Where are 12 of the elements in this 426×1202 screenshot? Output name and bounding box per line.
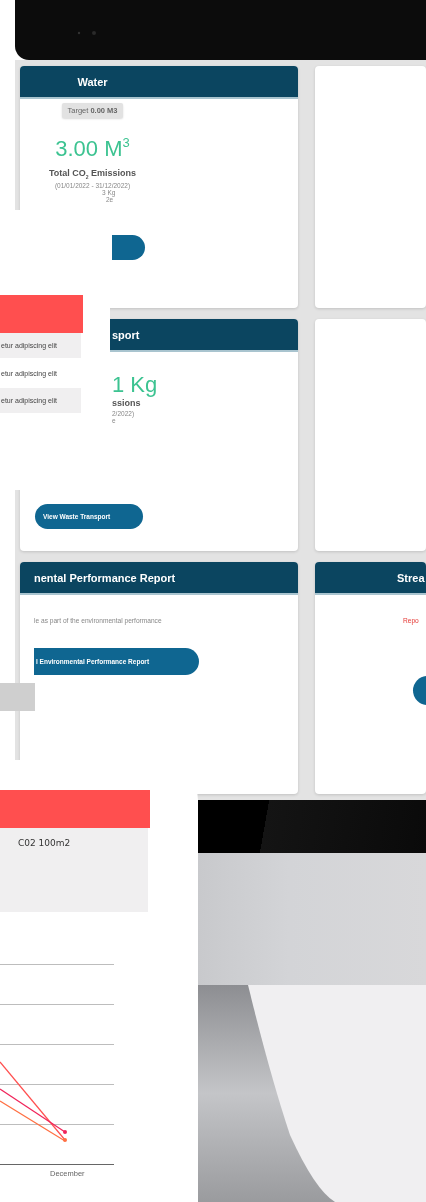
card-title: Water (76, 75, 109, 88)
metric-value: 1 Kg (112, 372, 159, 398)
camera-icon (77, 30, 97, 36)
card-title: Strea (397, 571, 425, 584)
card-title: nental Performance Report (34, 571, 176, 584)
metric-label: ssions (112, 398, 142, 408)
metric-label: Total CO$_{2}$ Emissions (48, 168, 137, 180)
metric-value: 3.00 M$^{3}$ (55, 136, 130, 162)
view-button[interactable] (112, 234, 145, 260)
card-title: sport (112, 328, 140, 341)
shaded-block (0, 683, 35, 711)
table-cell: C02 100m2 (0, 828, 148, 912)
